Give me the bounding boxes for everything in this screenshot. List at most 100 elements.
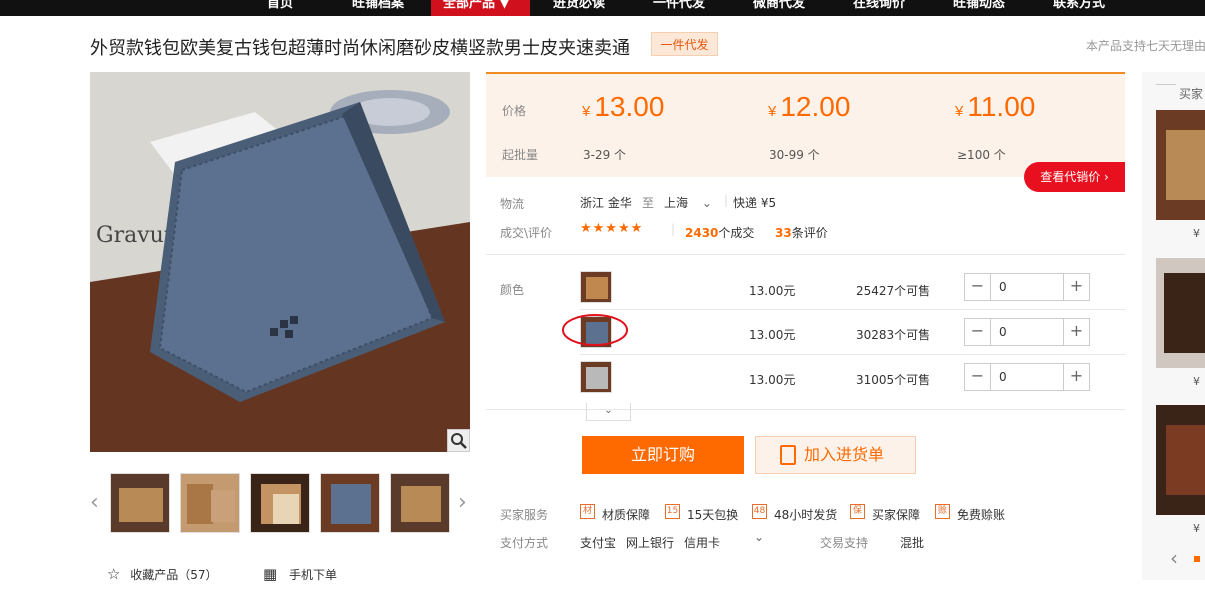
quantity-input[interactable]: 0 <box>999 325 1007 339</box>
divider: | <box>724 193 729 207</box>
plus-icon[interactable]: + <box>1063 364 1089 390</box>
sidebar-title: 买家 <box>1179 87 1204 101</box>
top-nav: 首页 旺铺档案 全部产品 ▼ 进货必读 一件代发 微商代发 在线询价 旺铺动态 … <box>0 0 1205 16</box>
thumb-prev-icon[interactable]: ‹ <box>90 490 99 515</box>
rating-stars: ★★★★★ <box>580 221 644 236</box>
option-stock: 31005个可售 <box>856 373 931 387</box>
recommend-item-3[interactable] <box>1156 405 1205 515</box>
option-price: 13.00元 <box>749 373 796 387</box>
ship-from: 浙江 金华 <box>580 196 632 210</box>
review-count[interactable]: 33条评价 <box>775 224 828 241</box>
nav-item-home[interactable]: 首页 <box>267 0 293 16</box>
nav-item-inquiry[interactable]: 在线询价 <box>853 0 905 16</box>
protection-icon: 保 <box>850 504 865 519</box>
tier-qty-2: 30-99 个 <box>769 148 820 162</box>
thumbnail-5[interactable] <box>390 473 450 533</box>
quantity-input[interactable]: 0 <box>999 280 1007 294</box>
deals-label: 成交\评价 <box>500 226 553 240</box>
service-item[interactable]: 材质保障 <box>602 506 650 523</box>
divider: | <box>671 222 676 236</box>
nav-item-shop-news[interactable]: 旺铺动态 <box>953 0 1005 16</box>
credit-icon: 赊 <box>935 504 950 519</box>
mobile-order[interactable]: ▦ 手机下单 <box>263 565 337 583</box>
exchange-icon: 15 <box>665 504 680 519</box>
color-swatch-brown[interactable] <box>580 271 612 303</box>
chevron-down-icon: ⌄ <box>701 196 712 210</box>
quantity-input[interactable]: 0 <box>999 370 1007 384</box>
deal-count[interactable]: 2430个成交 <box>685 224 754 241</box>
product-title: 外贸款钱包欧美复古钱包超薄时尚休闲磨砂皮横竖款男士皮夹速卖通 <box>90 38 630 59</box>
color-swatch-gray[interactable] <box>580 361 612 393</box>
trade-label: 交易支持 <box>820 536 869 550</box>
payment-method: 网上银行 <box>626 536 675 550</box>
option-price: 13.00元 <box>749 284 796 298</box>
nav-item-dropship[interactable]: 一件代发 <box>653 0 705 16</box>
tier-qty-3: ≥100 个 <box>957 148 1006 162</box>
main-product-image: GravureP <box>90 72 470 452</box>
highlight-circle <box>562 314 628 346</box>
material-icon: 材 <box>580 504 595 519</box>
thumbnail-1[interactable] <box>110 473 170 533</box>
expand-options-icon[interactable]: ⌄ <box>586 403 631 421</box>
minus-icon[interactable]: − <box>965 274 991 300</box>
payment-label: 支付方式 <box>500 536 549 550</box>
service-item[interactable]: 48小时发货 <box>774 506 837 523</box>
nav-item-purchase-guide[interactable]: 进货必读 <box>553 0 605 16</box>
service-item[interactable]: 免费赊账 <box>957 506 1005 523</box>
tier-qty-1: 3-29 个 <box>583 148 627 162</box>
recommend-item-2[interactable] <box>1156 258 1205 368</box>
view-agent-price-button[interactable]: 查看代销价 › <box>1024 162 1125 192</box>
divider <box>486 254 1125 255</box>
favorite-product[interactable]: ☆ 收藏产品（57） <box>107 565 218 583</box>
quantity-stepper: − 0 + <box>964 363 1090 391</box>
qrcode-icon: ▦ <box>263 565 278 583</box>
tier-price-3: ¥11.00 <box>955 91 1036 122</box>
trade-value: 混批 <box>900 536 925 550</box>
thumb-next-icon[interactable]: › <box>458 490 467 515</box>
zoom-icon[interactable] <box>447 429 470 452</box>
divider <box>1156 84 1176 85</box>
nav-item-wechat-dropship[interactable]: 微商代发 <box>753 0 805 16</box>
recommend-price: ¥ <box>1193 227 1200 240</box>
buy-now-button[interactable]: 立即订购 <box>582 436 744 474</box>
sidebar-prev-icon[interactable]: ‹ <box>1170 546 1178 570</box>
service-label: 买家服务 <box>500 508 549 522</box>
option-stock: 25427个可售 <box>856 284 931 298</box>
divider <box>486 409 1125 410</box>
logistics-label: 物流 <box>500 197 525 211</box>
recommend-price: ¥ <box>1193 375 1200 388</box>
recommend-price: ¥ <box>1193 522 1200 535</box>
minus-icon[interactable]: − <box>965 364 991 390</box>
minus-icon[interactable]: − <box>965 319 991 345</box>
shipping-fee: 快递 ¥5 <box>733 196 777 210</box>
thumbnail-3[interactable] <box>250 473 310 533</box>
plus-icon[interactable]: + <box>1063 319 1089 345</box>
plus-icon[interactable]: + <box>1063 274 1089 300</box>
thumbnail-4[interactable] <box>320 473 380 533</box>
quantity-stepper: − 0 + <box>964 318 1090 346</box>
nav-item-contact[interactable]: 联系方式 <box>1053 0 1105 16</box>
color-label: 颜色 <box>500 283 525 297</box>
dropship-badge: 一件代发 <box>651 32 718 56</box>
thumbnail-2[interactable] <box>180 473 240 533</box>
ship-to-select[interactable]: 上海 ⌄ <box>664 194 712 211</box>
price-panel: 价格 起批量 ¥13.00 ¥12.00 ¥11.00 3-29 个 30-99… <box>486 72 1125 177</box>
service-item[interactable]: 买家保障 <box>872 506 920 523</box>
payment-method: 支付宝 <box>580 536 617 550</box>
nav-item-all-products[interactable]: 全部产品 ▼ <box>431 0 530 16</box>
pager-dot-icon[interactable] <box>1194 556 1200 562</box>
service-item[interactable]: 15天包换 <box>687 506 738 523</box>
divider <box>580 309 1125 310</box>
tier-price-1: ¥13.00 <box>582 91 665 122</box>
support-text: 本产品支持七天无理由 <box>1086 39 1205 53</box>
ship-to-label: 至 <box>642 196 655 210</box>
add-to-cart-button[interactable]: 加入进货单 <box>755 436 916 474</box>
option-stock: 30283个可售 <box>856 328 931 342</box>
tier-price-2: ¥12.00 <box>768 91 851 122</box>
nav-item-shop-profile[interactable]: 旺铺档案 <box>352 0 404 16</box>
payment-method: 信用卡 <box>684 536 721 550</box>
price-label: 价格 <box>502 104 527 118</box>
quantity-stepper: − 0 + <box>964 273 1090 301</box>
chevron-down-icon[interactable]: ⌄ <box>754 530 764 544</box>
recommend-item-1[interactable] <box>1156 110 1205 220</box>
